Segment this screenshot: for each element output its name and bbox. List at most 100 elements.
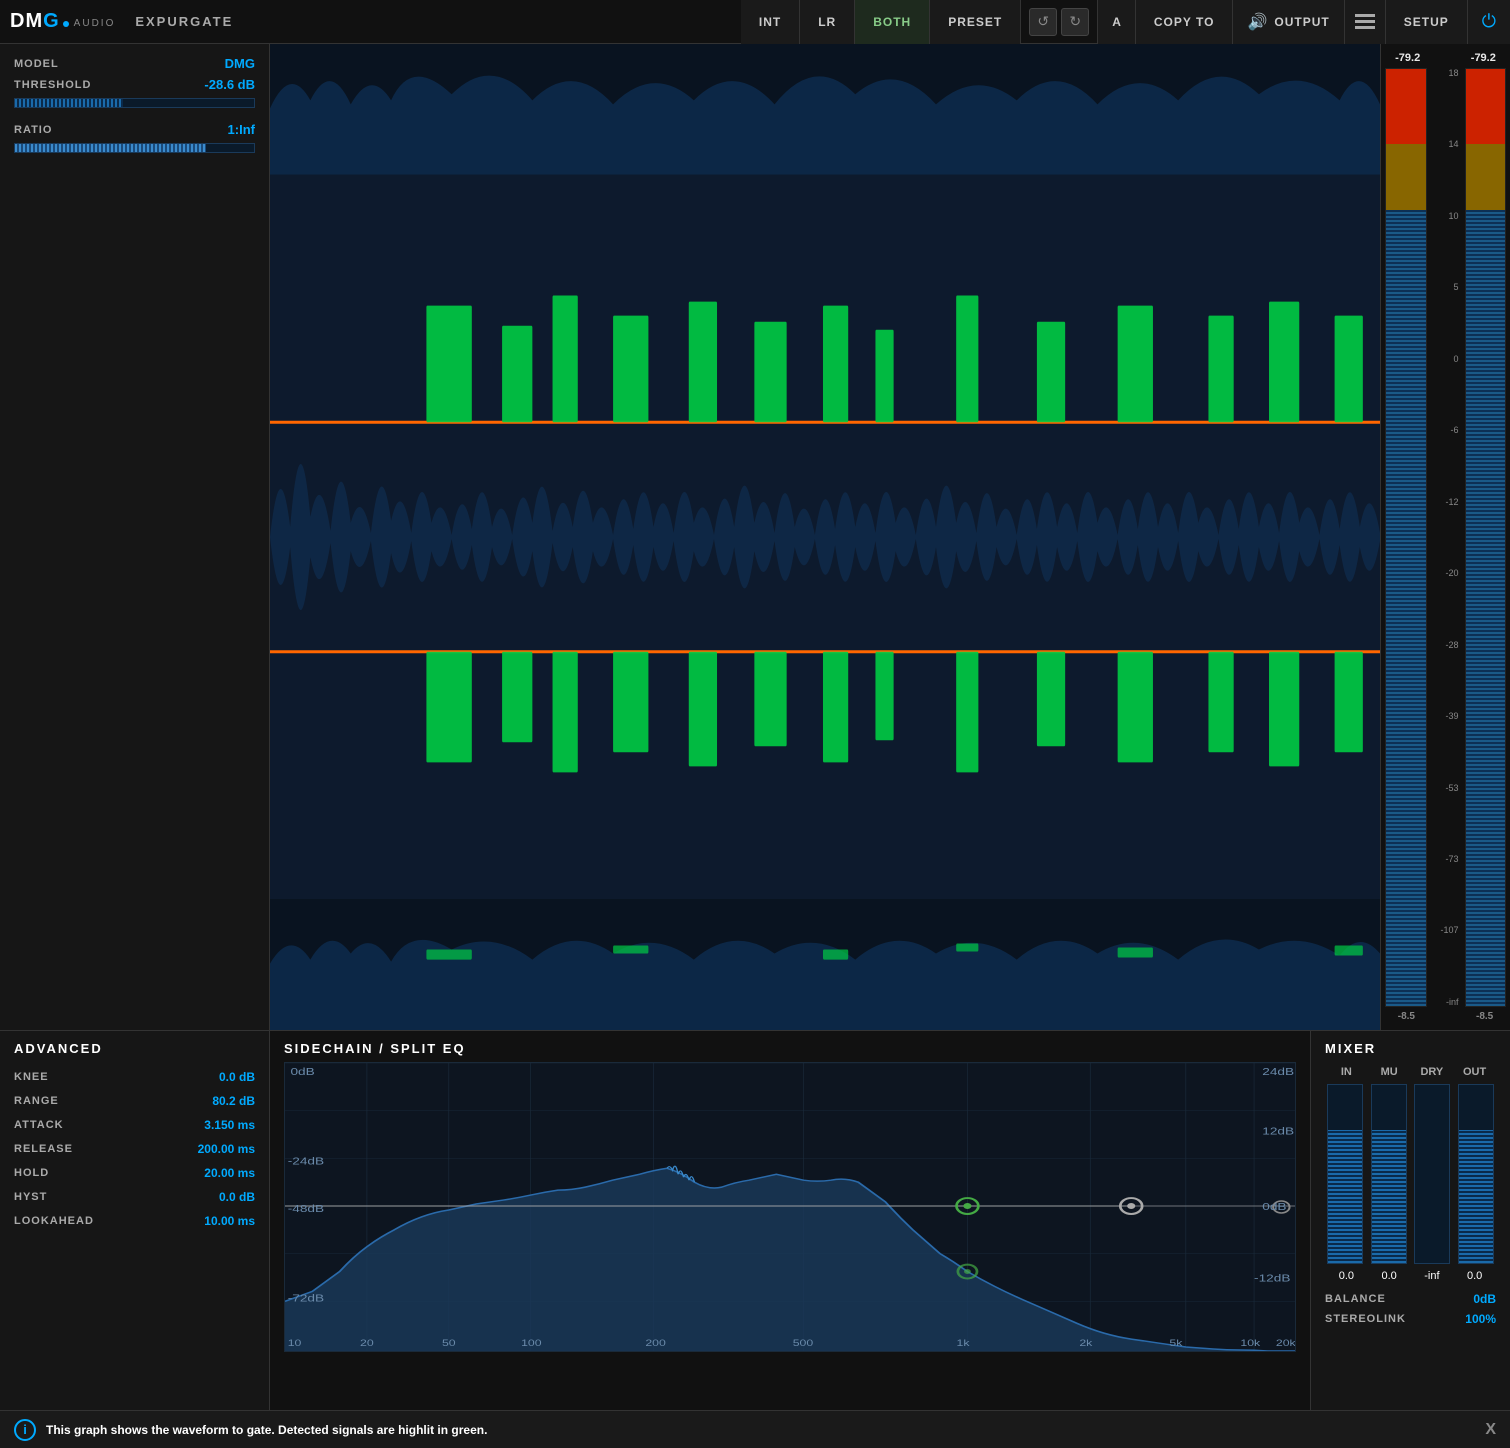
svg-text:200: 200	[645, 1339, 666, 1349]
fader-out[interactable]	[1458, 1084, 1494, 1264]
vu-bottom-right: -8.5	[1476, 1011, 1493, 1022]
svg-text:100: 100	[521, 1339, 542, 1349]
svg-text:500: 500	[793, 1339, 814, 1349]
stereolink-label: STEREOLINK	[1325, 1313, 1406, 1325]
svg-text:-12dB: -12dB	[1254, 1272, 1290, 1284]
vu-scale: 18 14 10 5 0 -6 -12 -20 -28 -39 -53 -73 …	[1431, 68, 1461, 1007]
ratio-row: RATIO 1:Inf	[14, 122, 255, 137]
svg-text:0dB: 0dB	[1262, 1201, 1286, 1213]
svg-text:10: 10	[288, 1339, 302, 1349]
close-button[interactable]: X	[1485, 1421, 1496, 1439]
ratio-slider[interactable]	[14, 143, 255, 153]
balance-value: 0dB	[1473, 1292, 1496, 1306]
ab-button[interactable]: A	[1098, 0, 1136, 44]
lr-button[interactable]: LR	[800, 0, 855, 44]
sidechain-panel: SIDECHAIN / SPLIT EQ	[270, 1030, 1310, 1410]
bottom-section: ADVANCED KNEE 0.0 dB RANGE 80.2 dB ATTAC…	[0, 1030, 1510, 1410]
vu-right-bar	[1465, 68, 1507, 1007]
ratio-label: RATIO	[14, 124, 52, 136]
svg-text:50: 50	[442, 1339, 456, 1349]
left-panel: MODEL DMG THRESHOLD -28.6 dB RATIO 1:Inf	[0, 44, 270, 1030]
hold-value: 20.00 ms	[204, 1166, 255, 1180]
power-button[interactable]: ⏻	[1468, 0, 1510, 44]
threshold-label: THRESHOLD	[14, 79, 91, 91]
model-value: DMG	[225, 56, 255, 71]
lookahead-row: LOOKAHEAD 10.00 ms	[14, 1214, 255, 1228]
svg-text:10k: 10k	[1240, 1339, 1261, 1349]
attack-label: ATTACK	[14, 1119, 64, 1131]
lines-button[interactable]	[1345, 0, 1386, 44]
eq-display[interactable]: 0dB -24dB -48dB -72dB 24dB 12dB 0dB -12d…	[284, 1062, 1296, 1352]
attack-value: 3.150 ms	[204, 1118, 255, 1132]
redo-button[interactable]: ↻	[1061, 8, 1089, 36]
svg-text:20k: 20k	[1276, 1339, 1295, 1349]
vu-left-bar	[1385, 68, 1427, 1007]
vu-bottom-left: -8.5	[1398, 1011, 1415, 1022]
svg-text:-48dB: -48dB	[288, 1203, 324, 1215]
ratio-value: 1:Inf	[228, 122, 255, 137]
hold-label: HOLD	[14, 1167, 49, 1179]
output-button[interactable]: 🔊 OUTPUT	[1233, 0, 1344, 44]
mixer-panel: MIXER IN MU DRY OUT 0.0 0.0 -inf 0.	[1310, 1030, 1510, 1410]
logo-dmg: DMG	[10, 10, 60, 33]
model-label: MODEL	[14, 58, 59, 70]
copy-to-button[interactable]: COPY TO	[1136, 0, 1234, 44]
vu-left-active	[1386, 210, 1426, 1006]
hyst-label: HYST	[14, 1191, 47, 1203]
release-row: RELEASE 200.00 ms	[14, 1142, 255, 1156]
eq-svg: 0dB -24dB -48dB -72dB 24dB 12dB 0dB -12d…	[285, 1063, 1295, 1351]
preset-button[interactable]: PRESET	[930, 0, 1021, 44]
fader-dry[interactable]	[1414, 1084, 1450, 1264]
threshold-value: -28.6 dB	[204, 77, 255, 92]
knee-label: KNEE	[14, 1071, 49, 1083]
stereolink-value: 100%	[1465, 1312, 1496, 1326]
fader-mu[interactable]	[1371, 1084, 1407, 1264]
hyst-value: 0.0 dB	[219, 1190, 255, 1204]
range-label: RANGE	[14, 1095, 59, 1107]
range-row: RANGE 80.2 dB	[14, 1094, 255, 1108]
vu-header: -79.2 -79.2	[1385, 52, 1506, 64]
info-icon: i	[14, 1419, 36, 1441]
output-label: OUTPUT	[1274, 15, 1329, 29]
svg-text:5k: 5k	[1169, 1339, 1183, 1349]
vu-footer: -8.5 -8.5	[1385, 1011, 1506, 1022]
fader-in[interactable]	[1327, 1084, 1363, 1264]
mixer-title: MIXER	[1325, 1041, 1496, 1056]
setup-button[interactable]: SETUP	[1386, 0, 1468, 44]
undo-redo-area: ↺ ↻	[1021, 0, 1098, 44]
svg-text:-72dB: -72dB	[288, 1292, 324, 1304]
stereolink-row: STEREOLINK 100%	[1325, 1312, 1496, 1326]
vu-meters: -79.2 -79.2 18 14 10 5 0 -6	[1380, 44, 1510, 1030]
vu-right-value: -79.2	[1471, 52, 1496, 64]
range-value: 80.2 dB	[212, 1094, 255, 1108]
int-button[interactable]: INT	[741, 0, 800, 44]
main-area: MODEL DMG THRESHOLD -28.6 dB RATIO 1:Inf	[0, 44, 1510, 1030]
undo-button[interactable]: ↺	[1029, 8, 1057, 36]
vu-meters-container: 18 14 10 5 0 -6 -12 -20 -28 -39 -53 -73 …	[1385, 68, 1506, 1007]
advanced-panel: ADVANCED KNEE 0.0 dB RANGE 80.2 dB ATTAC…	[0, 1030, 270, 1410]
both-button[interactable]: BOTH	[855, 0, 930, 44]
logo-audio: AUDIO	[74, 18, 116, 29]
release-label: RELEASE	[14, 1143, 73, 1155]
menu-icon	[1355, 14, 1375, 29]
mixer-val-in: 0.0	[1328, 1270, 1364, 1282]
vu-right-active	[1466, 210, 1506, 1006]
knee-value: 0.0 dB	[219, 1070, 255, 1084]
lookahead-label: LOOKAHEAD	[14, 1215, 94, 1227]
topbar: DMG AUDIO EXPURGATE INT LR BOTH PRESET ↺…	[0, 0, 1510, 44]
balance-label: BALANCE	[1325, 1293, 1386, 1305]
sidechain-title: SIDECHAIN / SPLIT EQ	[284, 1041, 1296, 1056]
product-name: EXPURGATE	[135, 14, 233, 29]
status-text: This graph shows the waveform to gate. D…	[46, 1423, 1475, 1437]
mixer-faders	[1325, 1084, 1496, 1264]
mixer-val-dry: -inf	[1414, 1270, 1450, 1282]
waveform-svg	[270, 44, 1380, 1030]
hyst-row: HYST 0.0 dB	[14, 1190, 255, 1204]
vu-left-value: -79.2	[1395, 52, 1420, 64]
threshold-slider[interactable]	[14, 98, 255, 108]
release-value: 200.00 ms	[198, 1142, 255, 1156]
power-icon: ⏻	[1482, 11, 1496, 32]
speaker-icon: 🔊	[1247, 12, 1268, 32]
lookahead-value: 10.00 ms	[204, 1214, 255, 1228]
balance-row: BALANCE 0dB	[1325, 1292, 1496, 1306]
